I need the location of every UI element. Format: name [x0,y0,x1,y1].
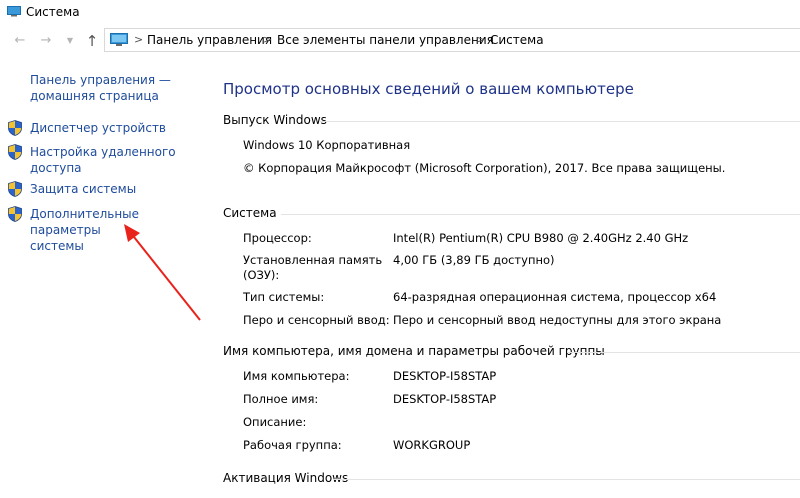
breadcrumb-item-all-items[interactable]: Все элементы панели управления [277,33,494,47]
full-name-label: Полное имя: [243,392,319,406]
uac-shield-icon [8,206,22,222]
memory-label: Установленная память (ОЗУ): [243,253,393,283]
arrow-up-icon: ↑ [85,32,99,50]
computer-icon [7,6,21,17]
section-heading-computer-name: Имя компьютера, имя домена и параметры р… [223,344,605,358]
navigation-bar: ← → ▼ ↑ > Панель управления > Все элемен… [0,26,800,56]
computer-icon [110,33,128,46]
workgroup-value: WORKGROUP [393,438,471,452]
title-bar: Система [0,0,800,26]
full-name-value: DESKTOP-I58STAP [393,392,497,406]
description-label: Описание: [243,415,307,429]
processor-value: Intel(R) Pentium(R) CPU B980 @ 2.40GHz 2… [393,231,689,245]
copyright-text: © Корпорация Майкрософт (Microsoft Corpo… [243,161,726,175]
windows-edition-name: Windows 10 Корпоративная [243,138,411,152]
forward-button[interactable]: → [38,33,54,49]
sidebar-home-link[interactable]: Панель управления — домашняя страница [30,72,200,104]
section-divider [320,121,800,122]
page-title: Просмотр основных сведений о вашем компь… [223,80,634,98]
pen-touch-value: Перо и сенсорный ввод недоступны для это… [393,313,722,327]
system-type-value: 64-разрядная операционная система, проце… [393,290,717,304]
main-content: Просмотр основных сведений о вашем компь… [205,56,800,498]
sidebar-item-label-line: Настройка удаленного [30,145,176,159]
section-heading-system: Система [223,206,277,220]
computer-name-label: Имя компьютера: [243,369,350,383]
memory-label-line: (ОЗУ): [243,268,280,282]
sidebar-item-label: Настройка удаленного доступа [30,144,200,176]
breadcrumb-separator-icon: > [134,33,144,46]
up-button[interactable]: ↑ [84,33,100,49]
sidebar-item-label-line: доступа [30,161,82,175]
breadcrumb-item-system[interactable]: Система [490,33,544,47]
uac-shield-icon [8,120,22,136]
section-divider [281,214,800,215]
sidebar-item-label-line: Дополнительные параметры [30,207,140,237]
section-divider [333,479,800,480]
section-divider [567,352,800,353]
sidebar-item-label: Защита системы [30,182,137,196]
section-heading-activation: Активация Windows [223,471,349,485]
sidebar-item-label: Диспетчер устройств [30,121,167,135]
pen-touch-label: Перо и сенсорный ввод: [243,313,390,327]
uac-shield-icon [8,144,22,160]
breadcrumb-separator-icon: > [263,33,273,46]
address-bar[interactable]: > Панель управления > Все элементы панел… [104,28,800,52]
arrow-left-icon: ← [14,33,26,48]
sidebar: Панель управления — домашняя страница Ди… [0,56,205,498]
computer-name-value: DESKTOP-I58STAP [393,369,497,383]
window-title: Система [26,5,80,19]
sidebar-item-label: Дополнительные параметры системы [30,206,200,254]
recent-locations-button[interactable]: ▼ [62,33,78,49]
chevron-down-icon: ▼ [66,36,74,45]
memory-label-line: Установленная память [243,253,383,267]
memory-value: 4,00 ГБ (3,89 ГБ доступно) [393,253,555,267]
uac-shield-icon [8,181,22,197]
breadcrumb-item-control-panel[interactable]: Панель управления [147,33,272,47]
arrow-right-icon: → [40,33,52,48]
sidebar-home-label: домашняя страница [30,89,159,103]
workgroup-label: Рабочая группа: [243,438,342,452]
processor-label: Процессор: [243,231,312,245]
sidebar-item-label-line: системы [30,239,84,253]
back-button[interactable]: ← [12,33,28,49]
breadcrumb-separator-icon: > [476,33,486,46]
system-type-label: Тип системы: [243,290,325,304]
section-heading-windows-edition: Выпуск Windows [223,113,327,127]
sidebar-home-label: Панель управления — [30,73,171,87]
